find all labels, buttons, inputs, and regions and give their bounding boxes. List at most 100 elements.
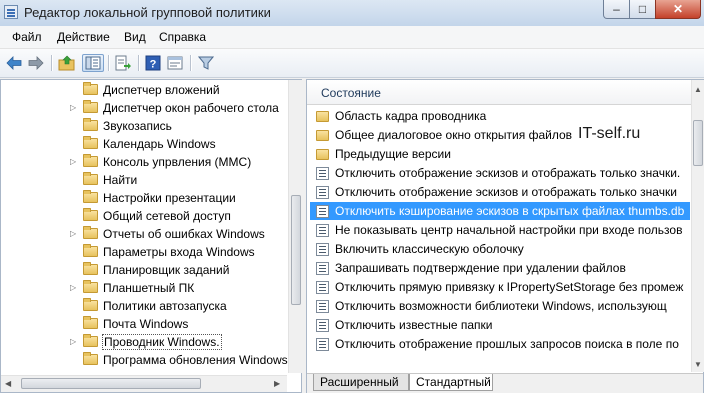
policy-setting-icon [316, 319, 329, 332]
toolbar-separator [108, 55, 110, 71]
policy-setting-icon [316, 338, 329, 351]
filter-icon[interactable] [197, 54, 215, 72]
show-hide-tree-icon[interactable] [82, 54, 104, 72]
forward-arrow-icon[interactable] [27, 54, 45, 72]
menu-bar: Файл Действие Вид Справка [0, 26, 704, 49]
tree-item[interactable]: Настройки презентации [1, 189, 289, 207]
list-item[interactable]: Отключить прямую привязку к IPropertySet… [310, 278, 690, 296]
expand-arrow-icon[interactable]: ▷ [70, 229, 76, 239]
properties-icon[interactable] [166, 54, 184, 72]
folder-icon [83, 154, 98, 167]
scroll-right-arrow-icon[interactable]: ▶ [274, 379, 280, 389]
menu-file[interactable]: Файл [12, 30, 42, 44]
tree-item[interactable]: ▷ Диспетчер окон рабочего стола [1, 99, 289, 117]
tree-item-label: Консоль упрвления (MMC) [103, 155, 252, 169]
tree-item-label: Отчеты об ошибках Windows [103, 227, 265, 241]
list-item[interactable]: Отключить возможности библиотеки Windows… [310, 297, 690, 315]
list-item-label: Отключить кэширование эскизов в скрытых … [335, 204, 685, 218]
folder-icon [83, 244, 98, 257]
export-list-icon[interactable] [114, 54, 132, 72]
tree-pane: Диспетчер вложений ▷ Диспетчер окон рабоче… [0, 79, 303, 393]
tree-item-label: Проводник Windows. [102, 334, 222, 350]
expand-arrow-icon[interactable]: ▷ [70, 337, 76, 347]
help-icon[interactable]: ? [144, 54, 162, 72]
folder-icon [83, 82, 98, 95]
column-header-state[interactable]: Состояние [321, 86, 381, 100]
tree-item[interactable]: ▷ Планшетный ПК [1, 279, 289, 297]
list-item[interactable]: Не показывать центр начальной настройки … [310, 221, 690, 239]
tree-item[interactable]: ▷ Отчеты об ошибках Windows [1, 225, 289, 243]
list-item[interactable]: Отключить известные папки [310, 316, 690, 334]
close-button[interactable]: ✕ [655, 0, 701, 19]
column-header[interactable]: Состояние [307, 80, 691, 105]
list-item[interactable]: Отключить отображение эскизов и отобража… [310, 183, 690, 201]
policy-setting-icon [316, 186, 329, 199]
folder-icon [83, 172, 98, 185]
expand-arrow-icon[interactable]: ▷ [70, 103, 76, 113]
mmc-window: Редактор локальной групповой политики – … [0, 0, 704, 393]
scroll-left-arrow-icon[interactable]: ◀ [5, 379, 11, 389]
scrollbar-thumb[interactable] [21, 378, 201, 389]
tree-horizontal-scrollbar[interactable]: ◀ ▶ [1, 375, 287, 392]
minimize-button[interactable]: – [603, 0, 630, 19]
scrollbar-thumb[interactable] [693, 120, 703, 166]
scroll-down-arrow-icon[interactable]: ▼ [694, 360, 702, 370]
window-title: Редактор локальной групповой политики [24, 5, 271, 20]
tree-item[interactable]: ▷ Консоль упрвления (MMC) [1, 153, 289, 171]
scrollbar-thumb[interactable] [291, 195, 301, 305]
folder-icon [83, 226, 98, 239]
list-item[interactable]: Предыдущие версии [310, 145, 690, 163]
tree-item-label: Программа обновления Windows [103, 353, 288, 367]
title-bar[interactable]: Редактор локальной групповой политики – … [0, 0, 704, 26]
app-icon [4, 5, 18, 19]
folder-icon [83, 298, 98, 311]
tree-item[interactable]: Параметры входа Windows [1, 243, 289, 261]
tree-item[interactable]: Диспетчер вложений [1, 81, 289, 99]
back-arrow-icon[interactable] [5, 54, 23, 72]
tree-item-label: Звукозапись [103, 119, 172, 133]
list-item[interactable]: Отключить кэширование эскизов в скрытых … [310, 202, 690, 220]
tree-item-label: Диспетчер окон рабочего стола [103, 101, 279, 115]
expand-arrow-icon[interactable]: ▷ [70, 283, 76, 293]
folder-icon [83, 136, 98, 149]
tab-standard[interactable]: Стандартный [409, 374, 493, 391]
view-tabs: Расширенный Стандартный [307, 373, 703, 393]
maximize-button[interactable]: □ [629, 0, 656, 19]
tree-item-label: Общий сетевой доступ [103, 209, 231, 223]
scroll-up-arrow-icon[interactable]: ▲ [694, 85, 702, 95]
list-item[interactable]: Запрашивать подтверждение при удалении ф… [310, 259, 690, 277]
toolbar-separator [138, 55, 140, 71]
up-folder-icon[interactable] [58, 54, 76, 72]
policy-setting-icon [316, 281, 329, 294]
list-item-label: Общее диалоговое окно открытия файлов [335, 128, 573, 142]
settings-list: Область кадра проводника Общее диалоговое… [307, 105, 691, 371]
list-item[interactable]: Отключить отображение эскизов и отобража… [310, 164, 690, 182]
tree-item[interactable]: Звукозапись [1, 117, 289, 135]
tree-vertical-scrollbar[interactable] [288, 80, 303, 373]
tree-item[interactable]: Планировщик заданий [1, 261, 289, 279]
folder-icon [316, 149, 329, 160]
tree-item[interactable]: Календарь Windows [1, 135, 289, 153]
list-item-label: Запрашивать подтверждение при удалении ф… [335, 261, 626, 275]
list-vertical-scrollbar[interactable]: ▲ ▼ [691, 80, 704, 372]
menu-view[interactable]: Вид [124, 30, 146, 44]
tree-item[interactable]: ▷ Проводник Windows. [1, 333, 289, 351]
tab-extended[interactable]: Расширенный [313, 374, 409, 391]
policy-setting-icon [316, 167, 329, 180]
tree-item[interactable]: Политики автозапуска [1, 297, 289, 315]
list-item-label: Отключить отображение эскизов и отобража… [335, 185, 677, 199]
tree-item-label: Почта Windows [103, 317, 189, 331]
menu-action[interactable]: Действие [57, 30, 110, 44]
tree-item[interactable]: Найти [1, 171, 289, 189]
toolbar: ? [0, 49, 704, 78]
list-item[interactable]: Область кадра проводника [310, 107, 690, 125]
expand-arrow-icon[interactable]: ▷ [70, 157, 76, 167]
list-item[interactable]: Включить классическую оболочку [310, 240, 690, 258]
tree-item[interactable]: Почта Windows [1, 315, 289, 333]
tree-item[interactable]: Общий сетевой доступ [1, 207, 289, 225]
tree-item-label: Политики автозапуска [103, 299, 227, 313]
menu-help[interactable]: Справка [159, 30, 206, 44]
tree-item[interactable]: Программа обновления Windows [1, 351, 289, 369]
list-item[interactable]: Отключить отображение прошлых запросов п… [310, 335, 690, 353]
details-pane: Состояние Область кадра проводника Общее … [306, 79, 704, 393]
